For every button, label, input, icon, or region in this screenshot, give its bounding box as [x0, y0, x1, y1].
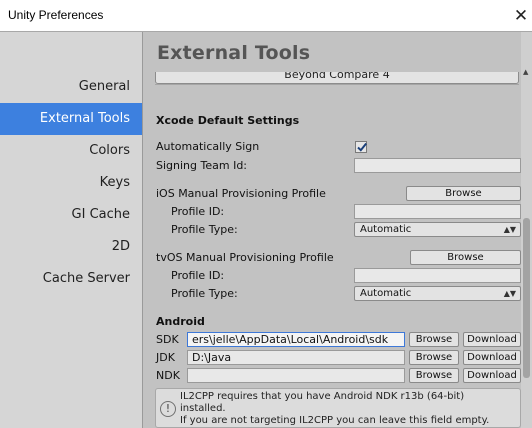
diff-tool-label: Beyond Compare 4	[155, 72, 519, 84]
tvos-profile-id-field[interactable]	[354, 268, 521, 283]
tvos-profile-id-label: Profile ID:	[171, 269, 225, 282]
ios-profile-type-value: Automatic	[360, 224, 412, 235]
team-id-label: Signing Team Id:	[156, 159, 248, 172]
tvos-profile-header: tvOS Manual Provisioning Profile	[156, 251, 334, 264]
sidebar-item-colors[interactable]: Colors	[0, 135, 142, 167]
sidebar-item-2d[interactable]: 2D	[0, 231, 142, 263]
jdk-label: JDK	[156, 351, 175, 364]
dropdown-arrow-icon: ▲▼	[503, 289, 516, 298]
auto-sign-label: Automatically Sign	[156, 140, 260, 153]
tvos-profile-type-select[interactable]: Automatic ▲▼	[354, 286, 521, 301]
help-line-3: If you are not targeting IL2CPP you can …	[180, 415, 490, 426]
scrollbar-thumb[interactable]	[523, 218, 530, 378]
sidebar-item-external-tools[interactable]: External Tools	[0, 103, 142, 135]
sdk-browse-button[interactable]: Browse	[409, 332, 459, 347]
auto-sign-checkbox[interactable]	[355, 141, 367, 153]
tvos-browse-button[interactable]: Browse	[410, 250, 521, 265]
sdk-label: SDK	[156, 333, 179, 346]
main-panel: External Tools Beyond Compare 4 Xcode De…	[143, 32, 532, 428]
window-title-bar: Unity Preferences ✕	[0, 0, 532, 31]
page-title: External Tools	[157, 42, 311, 64]
diff-tool-select[interactable]: Beyond Compare 4	[155, 72, 519, 84]
vertical-scrollbar[interactable]: ▲	[521, 32, 532, 428]
tvos-profile-type-label: Profile Type:	[171, 287, 238, 300]
jdk-browse-button[interactable]: Browse	[409, 350, 459, 365]
tvos-profile-type-value: Automatic	[360, 288, 412, 299]
sidebar-item-gi-cache[interactable]: GI Cache	[0, 199, 142, 231]
close-icon[interactable]: ✕	[510, 0, 532, 31]
sdk-download-button[interactable]: Download	[463, 332, 521, 347]
ios-profile-type-label: Profile Type:	[171, 223, 238, 236]
ios-profile-id-label: Profile ID:	[171, 205, 225, 218]
ios-profile-type-select[interactable]: Automatic ▲▼	[354, 222, 521, 237]
sidebar: General External Tools Colors Keys GI Ca…	[0, 32, 142, 428]
window-title: Unity Preferences	[8, 8, 104, 22]
xcode-section-header: Xcode Default Settings	[156, 114, 300, 127]
dropdown-arrow-icon: ▲▼	[503, 225, 516, 234]
ios-profile-header: iOS Manual Provisioning Profile	[156, 187, 326, 200]
il2cpp-help-box: ! IL2CPP requires that you have Android …	[155, 388, 521, 428]
sidebar-item-general[interactable]: General	[0, 71, 142, 103]
section-divider	[155, 84, 519, 85]
help-line-2: installed.	[180, 403, 226, 414]
checkmark-icon	[357, 142, 367, 152]
sidebar-item-cache-server[interactable]: Cache Server	[0, 263, 142, 295]
ndk-browse-button[interactable]: Browse	[409, 368, 459, 383]
help-line-1: IL2CPP requires that you have Android ND…	[180, 391, 465, 402]
team-id-field[interactable]	[354, 158, 521, 173]
ndk-path-field[interactable]	[187, 368, 405, 383]
il2cpp-help-text: IL2CPP requires that you have Android ND…	[180, 391, 518, 427]
ndk-label: NDK	[156, 369, 180, 382]
sdk-path-field[interactable]: ers\jelle\AppData\Local\Android\sdk	[187, 332, 405, 347]
ios-profile-id-field[interactable]	[354, 204, 521, 219]
info-icon: !	[160, 401, 176, 417]
android-section-header: Android	[156, 315, 205, 328]
ios-browse-button[interactable]: Browse	[406, 186, 521, 201]
jdk-download-button[interactable]: Download	[463, 350, 521, 365]
jdk-path-field[interactable]: D:\Java	[187, 350, 405, 365]
sidebar-item-keys[interactable]: Keys	[0, 167, 142, 199]
ndk-download-button[interactable]: Download	[463, 368, 521, 383]
scroll-up-icon[interactable]: ▲	[523, 68, 528, 76]
